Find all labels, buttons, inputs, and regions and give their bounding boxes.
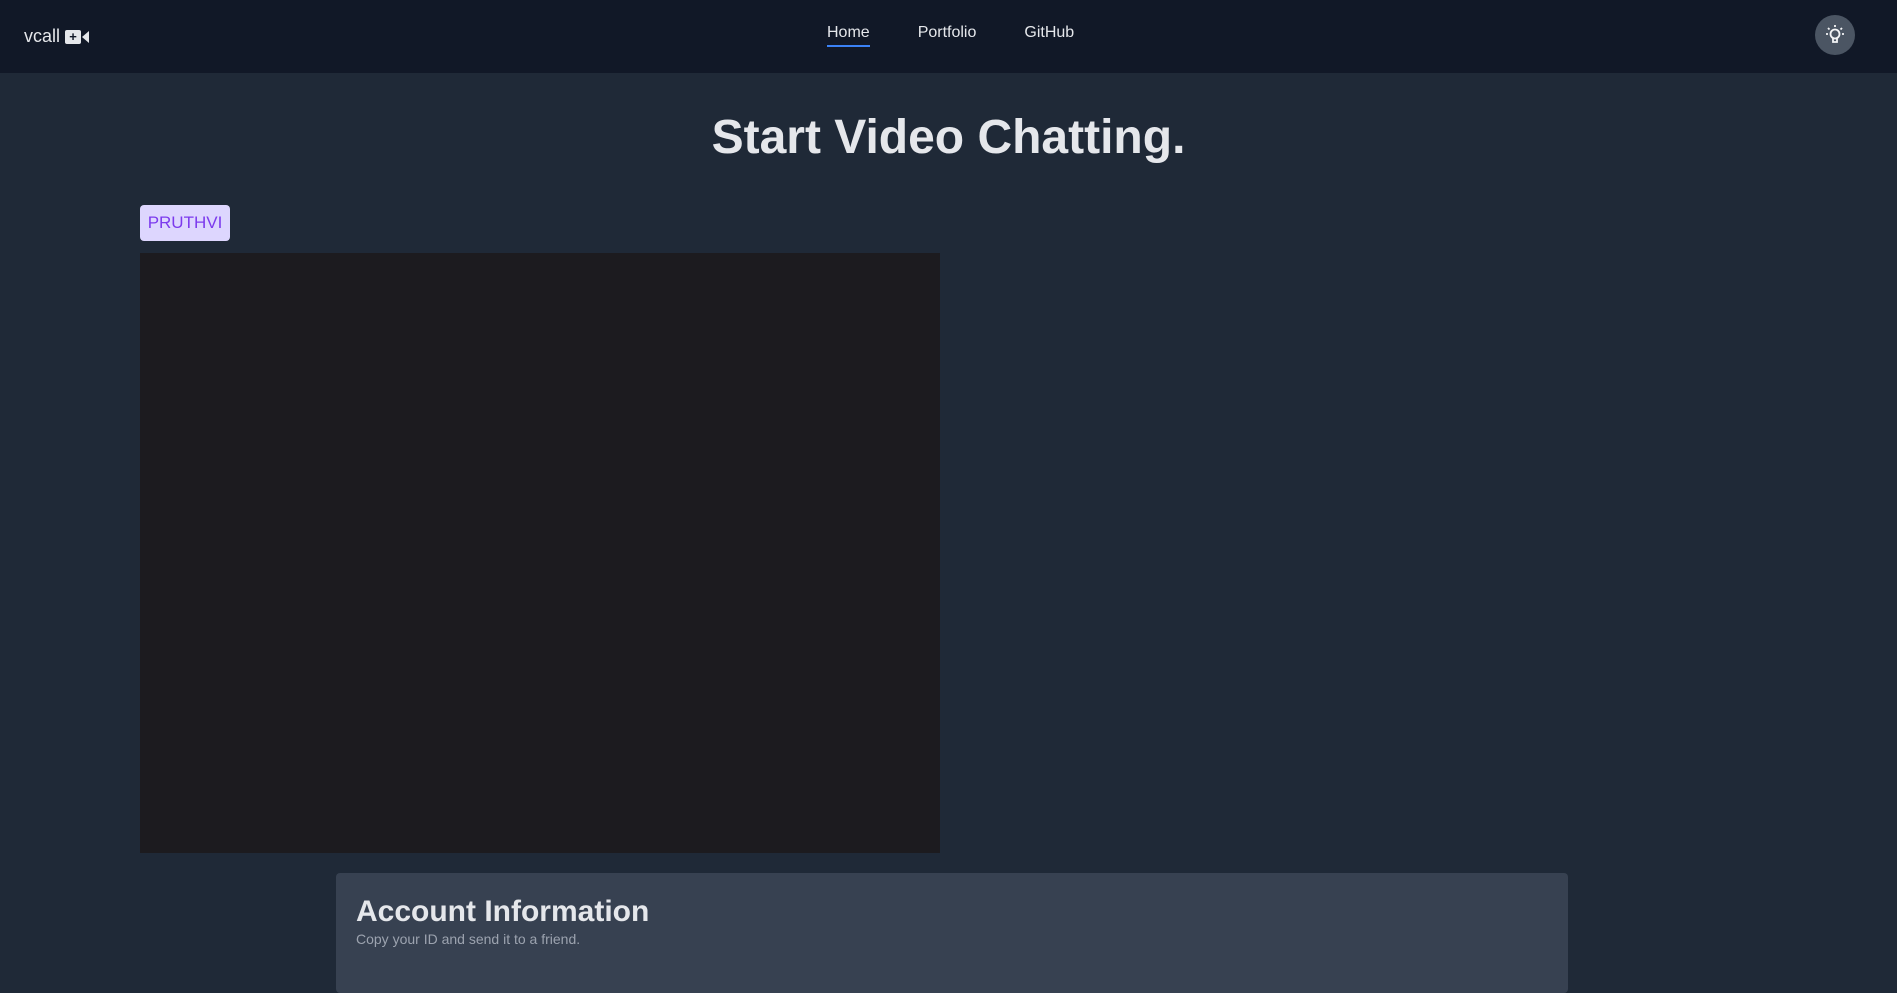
account-subtitle: Copy your ID and send it to a friend.: [356, 931, 581, 947]
local-video: [140, 253, 940, 853]
nav-link-home[interactable]: Home: [827, 24, 870, 47]
user-name-badge: PRUTHVI: [140, 205, 230, 241]
logo-text: vcall: [24, 26, 61, 46]
account-information-card: Account Information Copy your ID and sen…: [336, 873, 1568, 993]
video-plus-icon: +: [65, 29, 90, 44]
lightbulb-icon: [1826, 25, 1844, 43]
theme-toggle-button[interactable]: [1815, 15, 1855, 55]
nav-link-github[interactable]: GitHub: [1024, 24, 1074, 47]
page-title: Start Video Chatting.: [711, 111, 1186, 164]
nav-links: Home Portfolio GitHub: [827, 24, 1074, 47]
logo[interactable]: vcall +: [24, 26, 90, 47]
nav-link-portfolio[interactable]: Portfolio: [918, 24, 977, 47]
account-title: Account Information: [356, 895, 650, 928]
navbar: vcall + Home Portfolio GitHub: [0, 0, 1897, 73]
